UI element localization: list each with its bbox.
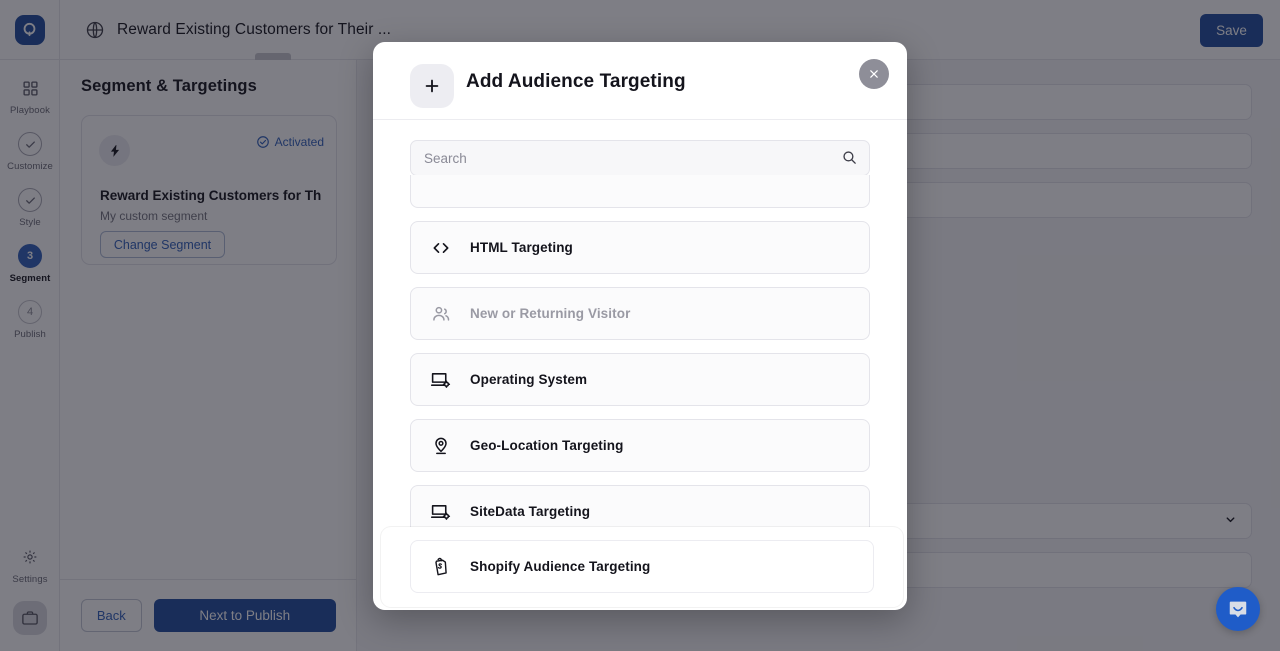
option-label: Shopify Audience Targeting <box>470 559 651 574</box>
spotlight-highlight: Shopify Audience Targeting <box>381 527 903 607</box>
code-icon <box>430 237 451 258</box>
close-icon[interactable] <box>859 59 889 89</box>
list-item-html-targeting[interactable]: HTML Targeting <box>410 221 870 274</box>
search-field-wrapper <box>410 140 870 176</box>
intercom-launcher-button[interactable] <box>1216 587 1260 631</box>
modal-header: Add Audience Targeting <box>373 42 907 120</box>
option-label: SiteData Targeting <box>470 504 591 519</box>
list-item-geo-location-targeting[interactable]: Geo-Location Targeting <box>410 419 870 472</box>
map-pin-icon <box>430 435 451 456</box>
monitor-gear-icon <box>430 501 451 522</box>
option-label: Operating System <box>470 372 588 387</box>
list-item-new-or-returning-visitor: New or Returning Visitor <box>410 287 870 340</box>
option-label: New or Returning Visitor <box>470 306 631 321</box>
option-label: Geo-Location Targeting <box>470 438 624 453</box>
list-item-partial[interactable] <box>410 175 870 208</box>
messenger-icon <box>1229 601 1247 618</box>
monitor-gear-icon <box>430 369 451 390</box>
add-audience-targeting-modal: Add Audience Targeting Search HTML Targe… <box>373 42 907 610</box>
list-item-operating-system[interactable]: Operating System <box>410 353 870 406</box>
screen-root: Reward Existing Customers for Their ... … <box>0 0 1280 651</box>
users-icon <box>430 303 451 324</box>
list-item-shopify-audience-targeting[interactable]: Shopify Audience Targeting <box>410 540 874 593</box>
modal-title: Add Audience Targeting <box>466 71 686 92</box>
search-input[interactable] <box>410 140 870 176</box>
option-label: HTML Targeting <box>470 240 573 255</box>
plus-icon <box>410 64 454 108</box>
shopify-bag-icon <box>430 556 451 577</box>
